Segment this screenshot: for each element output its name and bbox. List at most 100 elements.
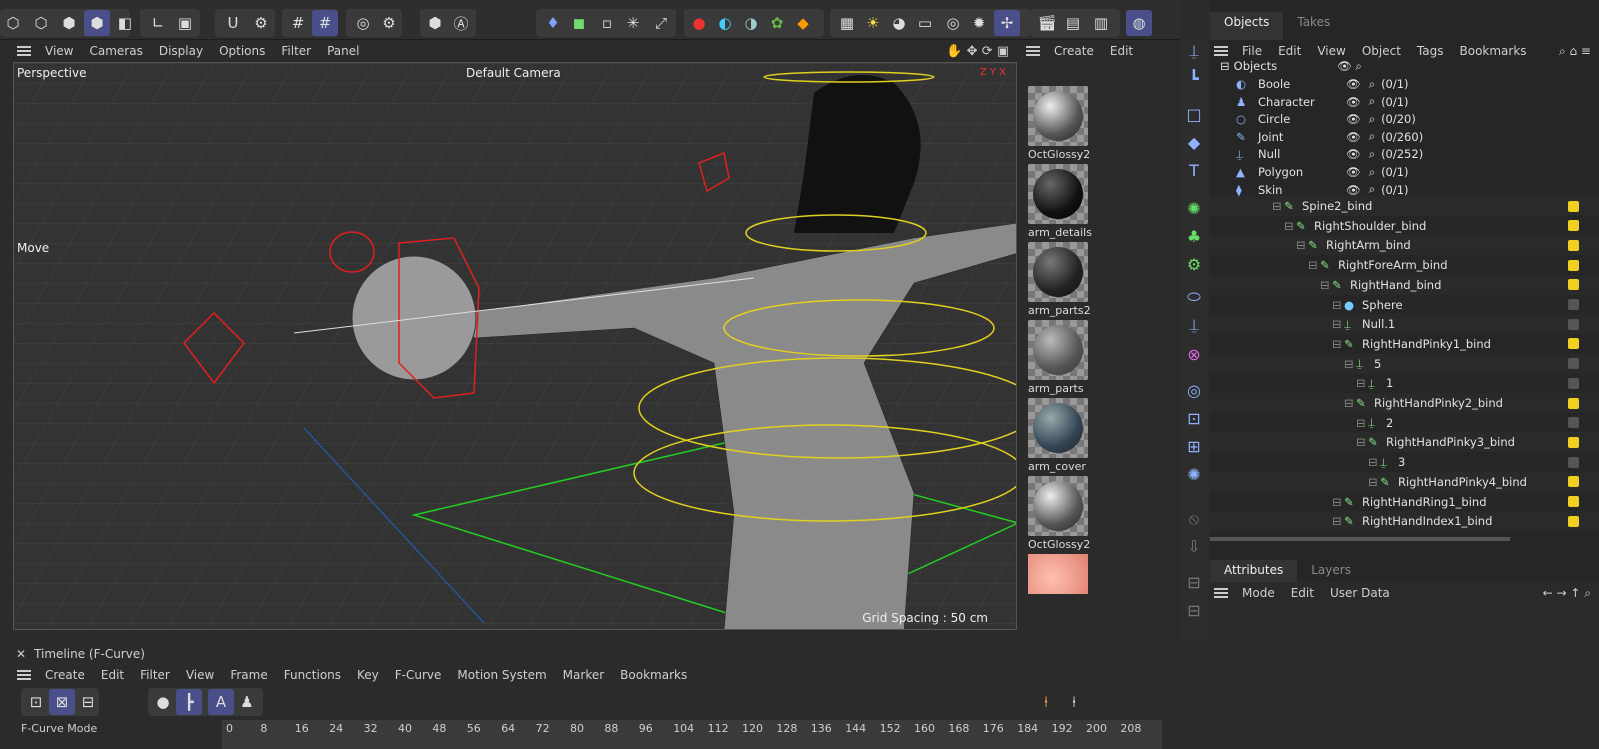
scrollbar[interactable] — [1210, 537, 1510, 541]
eye-icon[interactable]: 👁︎ — [1346, 112, 1361, 126]
expand-icon[interactable]: ⊟ — [1368, 455, 1380, 469]
expand-icon[interactable]: ⊟ — [1332, 298, 1344, 312]
sun-icon[interactable]: ☀ — [860, 10, 886, 36]
square-icon[interactable]: □ — [1183, 104, 1205, 126]
dopesheet-icon[interactable]: ⊡ — [23, 689, 49, 715]
material-item[interactable]: OctGlossy2 — [1028, 476, 1090, 551]
layer-tag[interactable] — [1568, 476, 1579, 488]
close-icon[interactable]: ✕ — [16, 647, 26, 661]
eye-icon[interactable]: 👁︎ — [1346, 183, 1361, 197]
tree-row[interactable]: ⊟ ⍊ 5 — [1210, 353, 1599, 374]
menu-cameras[interactable]: Cameras — [81, 44, 150, 58]
expand-icon[interactable]: ⊟ — [1356, 435, 1368, 449]
timeline-menu-item[interactable]: Motion System — [449, 668, 554, 682]
layer-tag[interactable] — [1568, 239, 1579, 251]
user-icon[interactable]: ♟ — [234, 689, 260, 715]
expand-icon[interactable]: ⊟ — [1284, 219, 1296, 233]
expand-icon[interactable]: ⊟ — [1332, 495, 1344, 509]
menu-options[interactable]: Options — [211, 44, 273, 58]
tab-objects[interactable]: Objects — [1210, 12, 1284, 40]
tree-row[interactable]: ⊟ ✎ RightForeArm_bind — [1210, 255, 1599, 275]
area-light-icon[interactable]: ▭ — [912, 10, 938, 36]
gear-dark-icon[interactable]: ✹ — [966, 10, 992, 36]
settings-icon[interactable]: ⚙ — [376, 10, 402, 36]
layer-tag[interactable] — [1568, 338, 1579, 350]
fan-icon[interactable]: ✢ — [994, 10, 1020, 36]
camera-icon[interactable]: ⊡ — [1183, 408, 1205, 430]
magnet-icon[interactable]: Ս — [220, 10, 246, 36]
layer-tag[interactable] — [1568, 279, 1579, 291]
timeline-menu-item[interactable]: Key — [349, 668, 387, 682]
attr-menu-userdata[interactable]: User Data — [1322, 586, 1398, 600]
hamburger-icon[interactable] — [1026, 46, 1040, 56]
python-icon[interactable]: ♦ — [540, 10, 566, 36]
layer-tag[interactable] — [1568, 456, 1579, 468]
cube-render-icon[interactable]: ◆ — [790, 10, 816, 36]
nodes-icon[interactable]: ⊟ — [1183, 572, 1205, 594]
tree-row[interactable]: ⊟ ⍊ 2 — [1210, 413, 1599, 433]
tab-attributes[interactable]: Attributes — [1210, 560, 1298, 582]
layer-tag[interactable] — [1568, 220, 1579, 232]
octane-live-icon[interactable]: ◑ — [738, 10, 764, 36]
timeline-menu-item[interactable]: Functions — [276, 668, 349, 682]
brush-icon[interactable]: ⦸ — [1183, 508, 1205, 530]
cube-icon[interactable]: ◼ — [566, 10, 592, 36]
timeline-menu-item[interactable]: Edit — [93, 668, 132, 682]
tree-row[interactable]: ⊟ ✎ RightHand_bind — [1210, 274, 1599, 295]
viewport-name[interactable]: Perspective — [17, 66, 87, 80]
hierarchy-icon[interactable]: ┣ — [176, 689, 202, 715]
expand-icon[interactable]: ⊟ — [1344, 357, 1356, 371]
gear-icon[interactable]: ⚙ — [248, 10, 274, 36]
layer-tag[interactable] — [1568, 515, 1579, 527]
material-item[interactable]: OctGlossy2 — [1028, 86, 1090, 161]
hamburger-icon[interactable] — [1214, 588, 1228, 598]
lock-icon[interactable]: Ⓐ — [448, 10, 474, 36]
camera2-icon[interactable]: ⊞ — [1183, 436, 1205, 458]
menu-filter[interactable]: Filter — [273, 44, 319, 58]
layer-tag[interactable] — [1568, 318, 1579, 330]
nodes2-icon[interactable]: ⊟ — [1183, 600, 1205, 622]
axis-icon[interactable]: ∟ — [145, 10, 171, 36]
eye-icon[interactable]: 👁︎ — [1346, 95, 1361, 109]
tree-row[interactable]: ⊟ ✎ RightShoulder_bind — [1210, 216, 1599, 236]
snap-grid-icon[interactable]: # — [312, 10, 338, 36]
layer-tag[interactable] — [1568, 200, 1579, 212]
workplane-icon[interactable]: ◎ — [350, 10, 376, 36]
tree-row[interactable]: ⊟ ✎ RightHandPinky4_bind — [1210, 471, 1599, 492]
export-icon[interactable]: ⤢ — [648, 10, 674, 36]
search-icon[interactable]: ⌕ — [1369, 77, 1375, 92]
points-mode-icon[interactable]: ⬡ — [0, 10, 26, 36]
expand-icon[interactable]: ⊟ — [1356, 376, 1368, 390]
filter-title[interactable]: ⊟ Objects 👁︎ ⌕ — [1210, 56, 1599, 76]
hamburger-icon[interactable] — [1214, 46, 1228, 56]
material-icon[interactable]: ✿ — [764, 10, 790, 36]
attr-menu-edit[interactable]: Edit — [1283, 586, 1322, 600]
layer-tag[interactable] — [1568, 496, 1579, 507]
hamburger-icon[interactable] — [17, 46, 31, 56]
attr-menu-mode[interactable]: Mode — [1234, 586, 1283, 600]
hex-icon[interactable]: ⬢ — [422, 10, 448, 36]
nav-arrows-icon[interactable]: ← → ↑ ⌕ — [1535, 586, 1599, 601]
expand-icon[interactable]: ⊟ — [1296, 238, 1308, 252]
camera-name[interactable]: Default Camera — [466, 66, 561, 80]
sky-icon[interactable]: ◎ — [1183, 380, 1205, 402]
material-item[interactable]: arm_parts — [1028, 320, 1088, 395]
nav-icons[interactable]: ✋ ✥ ⟳ ▣ — [938, 44, 1017, 59]
tab-takes[interactable]: Takes — [1283, 12, 1344, 40]
model-mode-icon[interactable]: ⬢ — [84, 10, 110, 36]
mat-menu-edit[interactable]: Edit — [1102, 44, 1141, 58]
auto-icon[interactable]: A — [208, 689, 234, 715]
placeholder-icon[interactable]: ▫ — [594, 10, 620, 36]
tree-row[interactable]: ⊟ ✎ RightHandIndex1_bind — [1210, 511, 1599, 532]
record-icon[interactable]: ● — [686, 10, 712, 36]
polygons-mode-icon[interactable]: ⬢ — [56, 10, 82, 36]
cube-icon[interactable]: ◆ — [1183, 132, 1205, 154]
material-item[interactable] — [1028, 554, 1088, 594]
search-icon[interactable]: ⌕ — [1369, 129, 1375, 144]
timeline-menu-item[interactable]: Create — [37, 668, 93, 682]
layer-tag[interactable] — [1568, 377, 1579, 389]
cloner-icon[interactable]: ♣ — [1183, 226, 1205, 248]
effector-icon[interactable]: ⚙ — [1183, 254, 1205, 276]
expand-icon[interactable]: ⊟ — [1332, 337, 1344, 351]
download-icon[interactable]: ⇩ — [1183, 536, 1205, 558]
